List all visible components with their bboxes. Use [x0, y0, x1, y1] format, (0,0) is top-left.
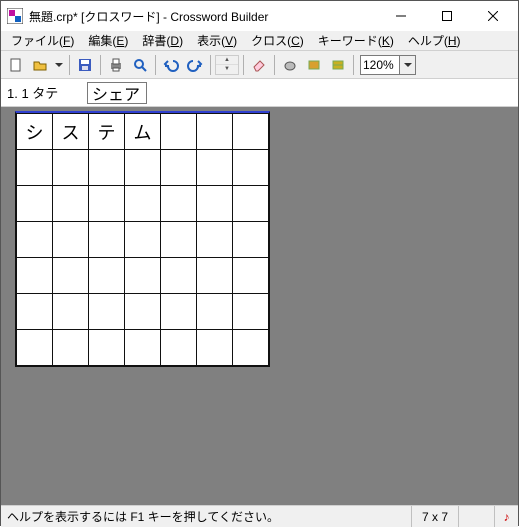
toolbar-separator — [243, 55, 244, 75]
grid-size-stepper[interactable]: ▲▼ — [215, 55, 239, 75]
grid-cell[interactable] — [197, 330, 233, 366]
status-spacer — [458, 506, 494, 527]
grid-cell[interactable]: テ — [89, 114, 125, 150]
workspace[interactable]: システム — [1, 107, 518, 505]
grid-cell[interactable]: ス — [53, 114, 89, 150]
grid-cell[interactable] — [53, 222, 89, 258]
grid-cell[interactable] — [53, 258, 89, 294]
menu-view[interactable]: 表示(V) — [191, 30, 243, 51]
grid-cell[interactable] — [17, 330, 53, 366]
grid-cell[interactable] — [197, 294, 233, 330]
grid-cell[interactable] — [161, 258, 197, 294]
grid-cell[interactable] — [89, 294, 125, 330]
music-icon[interactable]: ♪ — [494, 506, 518, 527]
toolbar-separator — [353, 55, 354, 75]
clue-bar: 1. 1 タテ — [1, 79, 518, 107]
app-icon — [7, 8, 23, 24]
grid-cell[interactable] — [161, 114, 197, 150]
grid-cell[interactable] — [53, 150, 89, 186]
grid-cell[interactable] — [53, 294, 89, 330]
maximize-button[interactable] — [424, 2, 470, 30]
clue-input[interactable] — [87, 82, 147, 104]
tool-c-button[interactable] — [327, 54, 349, 76]
close-button[interactable] — [470, 2, 516, 30]
redo-button[interactable] — [184, 54, 206, 76]
grid-cell[interactable]: ム — [125, 114, 161, 150]
toolbar: ▲▼ — [1, 51, 518, 79]
tool-b-button[interactable] — [303, 54, 325, 76]
grid-cell[interactable] — [161, 294, 197, 330]
grid-cell[interactable] — [233, 150, 269, 186]
grid-cell[interactable] — [17, 222, 53, 258]
status-bar: ヘルプを表示するには F1 キーを押してください。 7 x 7 ♪ — [1, 505, 518, 527]
status-text: ヘルプを表示するには F1 キーを押してください。 — [1, 508, 411, 525]
print-button[interactable] — [105, 54, 127, 76]
grid-cell[interactable] — [161, 222, 197, 258]
grid-cell[interactable] — [125, 258, 161, 294]
grid-cell[interactable] — [125, 330, 161, 366]
zoom-dropdown-button[interactable] — [400, 55, 416, 75]
save-button[interactable] — [74, 54, 96, 76]
grid-cell[interactable] — [89, 150, 125, 186]
zoom-control[interactable] — [360, 55, 416, 75]
grid-cell[interactable] — [233, 330, 269, 366]
menu-cross[interactable]: クロス(C) — [245, 30, 310, 51]
grid-cell[interactable] — [125, 222, 161, 258]
grid-cell[interactable] — [233, 222, 269, 258]
status-dims: 7 x 7 — [411, 506, 458, 527]
grid-cell[interactable] — [125, 186, 161, 222]
toolbar-separator — [210, 55, 211, 75]
grid-cell[interactable] — [233, 186, 269, 222]
clue-label: 1. 1 タテ — [7, 83, 87, 102]
open-button[interactable] — [29, 54, 51, 76]
crossword-grid[interactable]: システム — [15, 111, 270, 367]
grid-cell[interactable] — [17, 294, 53, 330]
menu-bar: ファイル(F) 編集(E) 辞書(D) 表示(V) クロス(C) キーワード(K… — [1, 31, 518, 51]
menu-dict[interactable]: 辞書(D) — [136, 30, 189, 51]
minimize-button[interactable] — [378, 2, 424, 30]
grid-cell[interactable] — [197, 222, 233, 258]
grid-cell[interactable] — [197, 150, 233, 186]
grid-cell[interactable] — [125, 294, 161, 330]
grid-cell[interactable] — [17, 186, 53, 222]
grid-cell[interactable] — [233, 258, 269, 294]
erase-button[interactable] — [248, 54, 270, 76]
zoom-input[interactable] — [360, 55, 400, 75]
toolbar-separator — [69, 55, 70, 75]
toolbar-separator — [155, 55, 156, 75]
menu-keyword[interactable]: キーワード(K) — [312, 30, 400, 51]
toolbar-separator — [100, 55, 101, 75]
grid-cell[interactable] — [53, 330, 89, 366]
grid-cell[interactable] — [89, 258, 125, 294]
grid-cell[interactable] — [161, 330, 197, 366]
menu-file[interactable]: ファイル(F) — [5, 30, 80, 51]
grid-cell[interactable] — [197, 186, 233, 222]
menu-edit[interactable]: 編集(E) — [82, 30, 134, 51]
grid-cell[interactable] — [89, 222, 125, 258]
grid-cell[interactable] — [197, 114, 233, 150]
open-dropdown-button[interactable] — [53, 54, 65, 76]
preview-button[interactable] — [129, 54, 151, 76]
grid-cell[interactable] — [197, 258, 233, 294]
title-bar: 無題.crp* [クロスワード] - Crossword Builder — [1, 1, 518, 31]
grid-cell[interactable] — [89, 186, 125, 222]
grid-cell[interactable] — [161, 150, 197, 186]
grid-cell[interactable] — [89, 330, 125, 366]
grid-cell[interactable] — [233, 114, 269, 150]
grid-cell[interactable] — [53, 186, 89, 222]
undo-button[interactable] — [160, 54, 182, 76]
grid-cell[interactable] — [161, 186, 197, 222]
grid-cell[interactable] — [17, 258, 53, 294]
toolbar-separator — [274, 55, 275, 75]
new-button[interactable] — [5, 54, 27, 76]
grid-cell[interactable] — [17, 150, 53, 186]
grid-cell[interactable] — [125, 150, 161, 186]
window-title: 無題.crp* [クロスワード] - Crossword Builder — [29, 8, 378, 25]
grid-cell[interactable] — [233, 294, 269, 330]
grid-cell[interactable]: シ — [17, 114, 53, 150]
tool-a-button[interactable] — [279, 54, 301, 76]
menu-help[interactable]: ヘルプ(H) — [402, 30, 467, 51]
